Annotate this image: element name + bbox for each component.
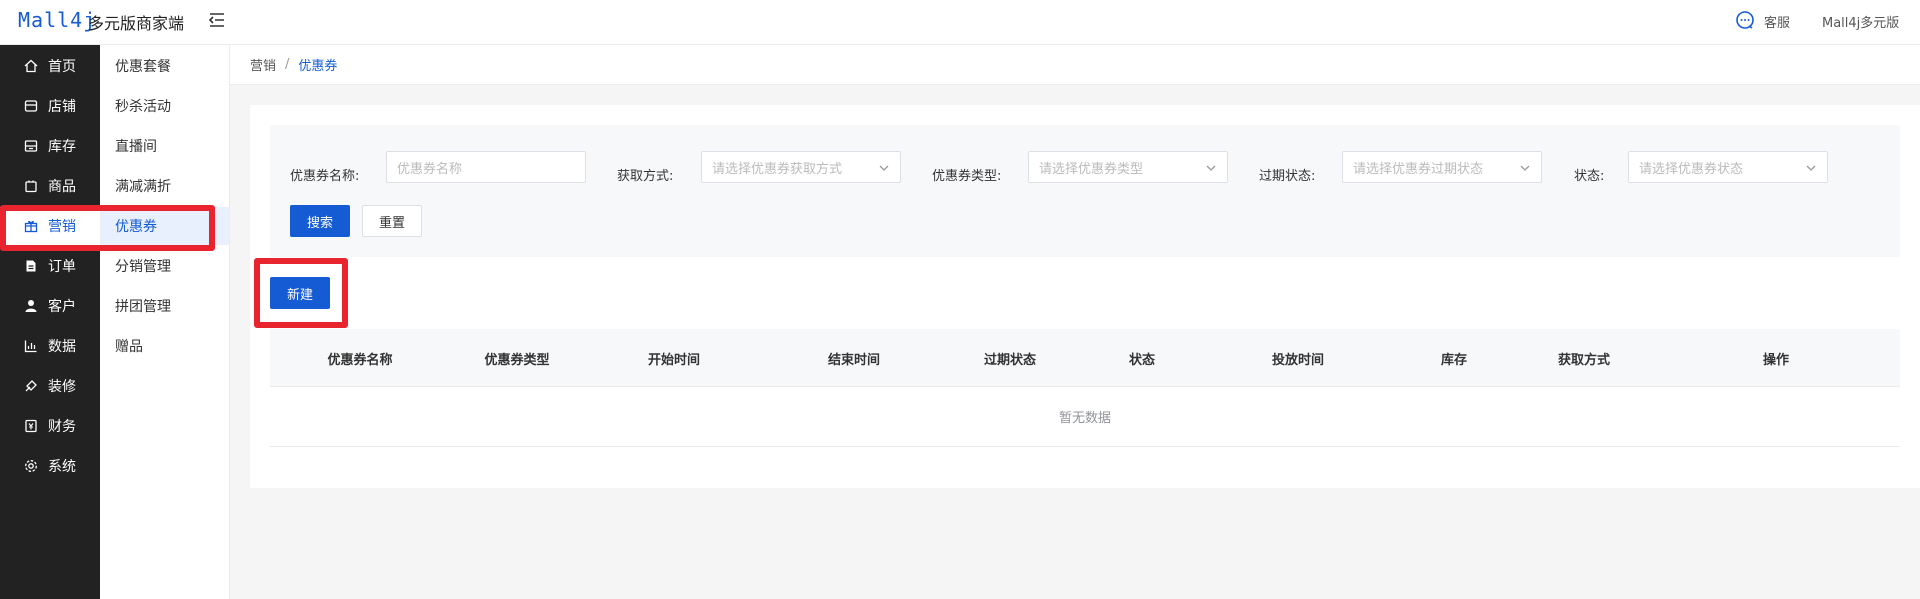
sidebar-item-data[interactable]: 数据 — [0, 327, 100, 365]
sidebar-item-shop[interactable]: 店铺 — [0, 87, 100, 125]
expire-status-select[interactable]: 请选择优惠券过期状态 — [1342, 151, 1542, 183]
search-form: 优惠券名称: 优惠券名称 获取方式: 请选择优惠券获取方式 优惠券类型: 请选择… — [270, 125, 1900, 257]
submenu-item-gift[interactable]: 赠品 — [100, 327, 229, 365]
coupon-type-select[interactable]: 请选择优惠券类型 — [1028, 151, 1228, 183]
chevron-down-icon — [879, 165, 889, 171]
column-release-time: 投放时间 — [1271, 353, 1325, 368]
status-select[interactable]: 请选择优惠券状态 — [1628, 151, 1828, 183]
table-body: 暂无数据 — [270, 387, 1900, 447]
coupon-table: 优惠券名称 优惠券类型 开始时间 结束时间 过期状态 状态 投放时间 库存 获取… — [270, 329, 1900, 447]
breadcrumb-separator: / — [285, 57, 290, 72]
inventory-icon — [24, 140, 38, 152]
sidebar-item-label: 装修 — [48, 379, 76, 395]
sidebar-item-label: 订单 — [48, 259, 76, 275]
sidebar-item-label: 商品 — [48, 179, 76, 195]
brand-title: 多元版商家端 — [88, 14, 185, 33]
submenu: 优惠套餐 秒杀活动 直播间 满减满折 优惠券 分销管理 拼团管理 赠品 — [100, 45, 230, 599]
highlight-box-menu — [0, 205, 215, 251]
main-panel: 优惠券名称: 优惠券名称 获取方式: 请选择优惠券获取方式 优惠券类型: 请选择… — [250, 105, 1920, 488]
sidebar-item-label: 店铺 — [48, 99, 76, 115]
obtain-method-label: 获取方式: — [617, 169, 674, 184]
coupon-type-placeholder: 请选择优惠券类型 — [1039, 161, 1144, 177]
settings-icon — [25, 460, 37, 472]
column-end-time: 结束时间 — [827, 353, 881, 368]
customer-service-icon[interactable] — [1735, 10, 1755, 30]
customer-icon — [25, 300, 37, 312]
obtain-method-placeholder: 请选择优惠券获取方式 — [712, 161, 843, 177]
expire-status-placeholder: 请选择优惠券过期状态 — [1353, 161, 1484, 177]
coupon-name-placeholder: 优惠券名称 — [397, 161, 463, 177]
sidebar-item-label: 数据 — [48, 339, 76, 355]
submenu-item-live[interactable]: 直播间 — [100, 127, 229, 165]
column-coupon-name: 优惠券名称 — [327, 353, 393, 368]
chevron-down-icon — [1806, 165, 1816, 171]
column-obtain-method: 获取方式 — [1557, 353, 1611, 368]
finance-icon — [25, 419, 37, 433]
sidebar-item-system[interactable]: 系统 — [0, 447, 100, 485]
submenu-item-group-buy[interactable]: 拼团管理 — [100, 287, 229, 325]
menu-fold-icon[interactable] — [208, 11, 226, 29]
sidebar-item-label: 首页 — [48, 59, 76, 75]
highlight-box-new-button — [254, 258, 348, 328]
sidebar-item-product[interactable]: 商品 — [0, 167, 100, 205]
coupon-type-label: 优惠券类型: — [932, 169, 1002, 184]
home-icon — [24, 59, 38, 73]
sidebar: 首页 店铺 库存 商品 营销 订单 客户 数据 装修 财务 系统 — [0, 45, 100, 599]
sidebar-item-home[interactable]: 首页 — [0, 47, 100, 85]
reset-button[interactable]: 重置 — [362, 205, 422, 237]
chart-icon — [24, 340, 37, 353]
search-button[interactable]: 搜索 — [290, 205, 350, 237]
empty-text: 暂无数据 — [1058, 411, 1111, 426]
submenu-item-package[interactable]: 优惠套餐 — [100, 47, 229, 85]
logo: Mall4j — [18, 8, 97, 32]
submenu-item-discount[interactable]: 满减满折 — [100, 167, 229, 205]
sidebar-item-label: 财务 — [48, 419, 76, 435]
expire-status-label: 过期状态: — [1259, 169, 1316, 184]
breadcrumb: 营销 / 优惠券 — [230, 45, 1920, 85]
column-status: 状态 — [1128, 353, 1156, 368]
submenu-item-seckill[interactable]: 秒杀活动 — [100, 87, 229, 125]
column-start-time: 开始时间 — [647, 353, 701, 368]
sidebar-item-decorate[interactable]: 装修 — [0, 367, 100, 405]
chevron-down-icon — [1206, 165, 1216, 171]
column-expire-status: 过期状态 — [983, 353, 1037, 368]
decorate-icon — [25, 380, 37, 392]
status-placeholder: 请选择优惠券状态 — [1639, 161, 1744, 177]
sidebar-item-customer[interactable]: 客户 — [0, 287, 100, 325]
status-label: 状态: — [1574, 169, 1605, 184]
sidebar-item-finance[interactable]: 财务 — [0, 407, 100, 445]
coupon-name-label: 优惠券名称: — [290, 169, 360, 184]
table-header: 优惠券名称 优惠券类型 开始时间 结束时间 过期状态 状态 投放时间 库存 获取… — [270, 329, 1900, 387]
user-name[interactable]: Mall4j多元版 — [1822, 12, 1899, 31]
top-bar: Mall4j 多元版商家端 客服 Mall4j多元版 — [0, 0, 1920, 45]
sidebar-item-label: 客户 — [48, 299, 76, 315]
column-operations: 操作 — [1762, 353, 1790, 368]
sidebar-item-order[interactable]: 订单 — [0, 247, 100, 285]
submenu-item-distribution[interactable]: 分销管理 — [100, 247, 229, 285]
sidebar-item-label: 库存 — [48, 139, 76, 155]
chevron-down-icon — [1520, 165, 1530, 171]
sidebar-item-label: 系统 — [48, 459, 76, 475]
obtain-method-select[interactable]: 请选择优惠券获取方式 — [701, 151, 901, 183]
product-icon — [25, 180, 37, 193]
breadcrumb-current: 优惠券 — [298, 59, 338, 74]
breadcrumb-parent[interactable]: 营销 — [250, 55, 276, 74]
shop-icon — [24, 100, 38, 112]
column-stock: 库存 — [1440, 353, 1468, 368]
customer-service-link[interactable]: 客服 — [1764, 12, 1790, 31]
coupon-name-input[interactable]: 优惠券名称 — [386, 151, 586, 183]
column-coupon-type: 优惠券类型 — [484, 353, 550, 368]
sidebar-item-inventory[interactable]: 库存 — [0, 127, 100, 165]
order-icon — [26, 260, 36, 272]
